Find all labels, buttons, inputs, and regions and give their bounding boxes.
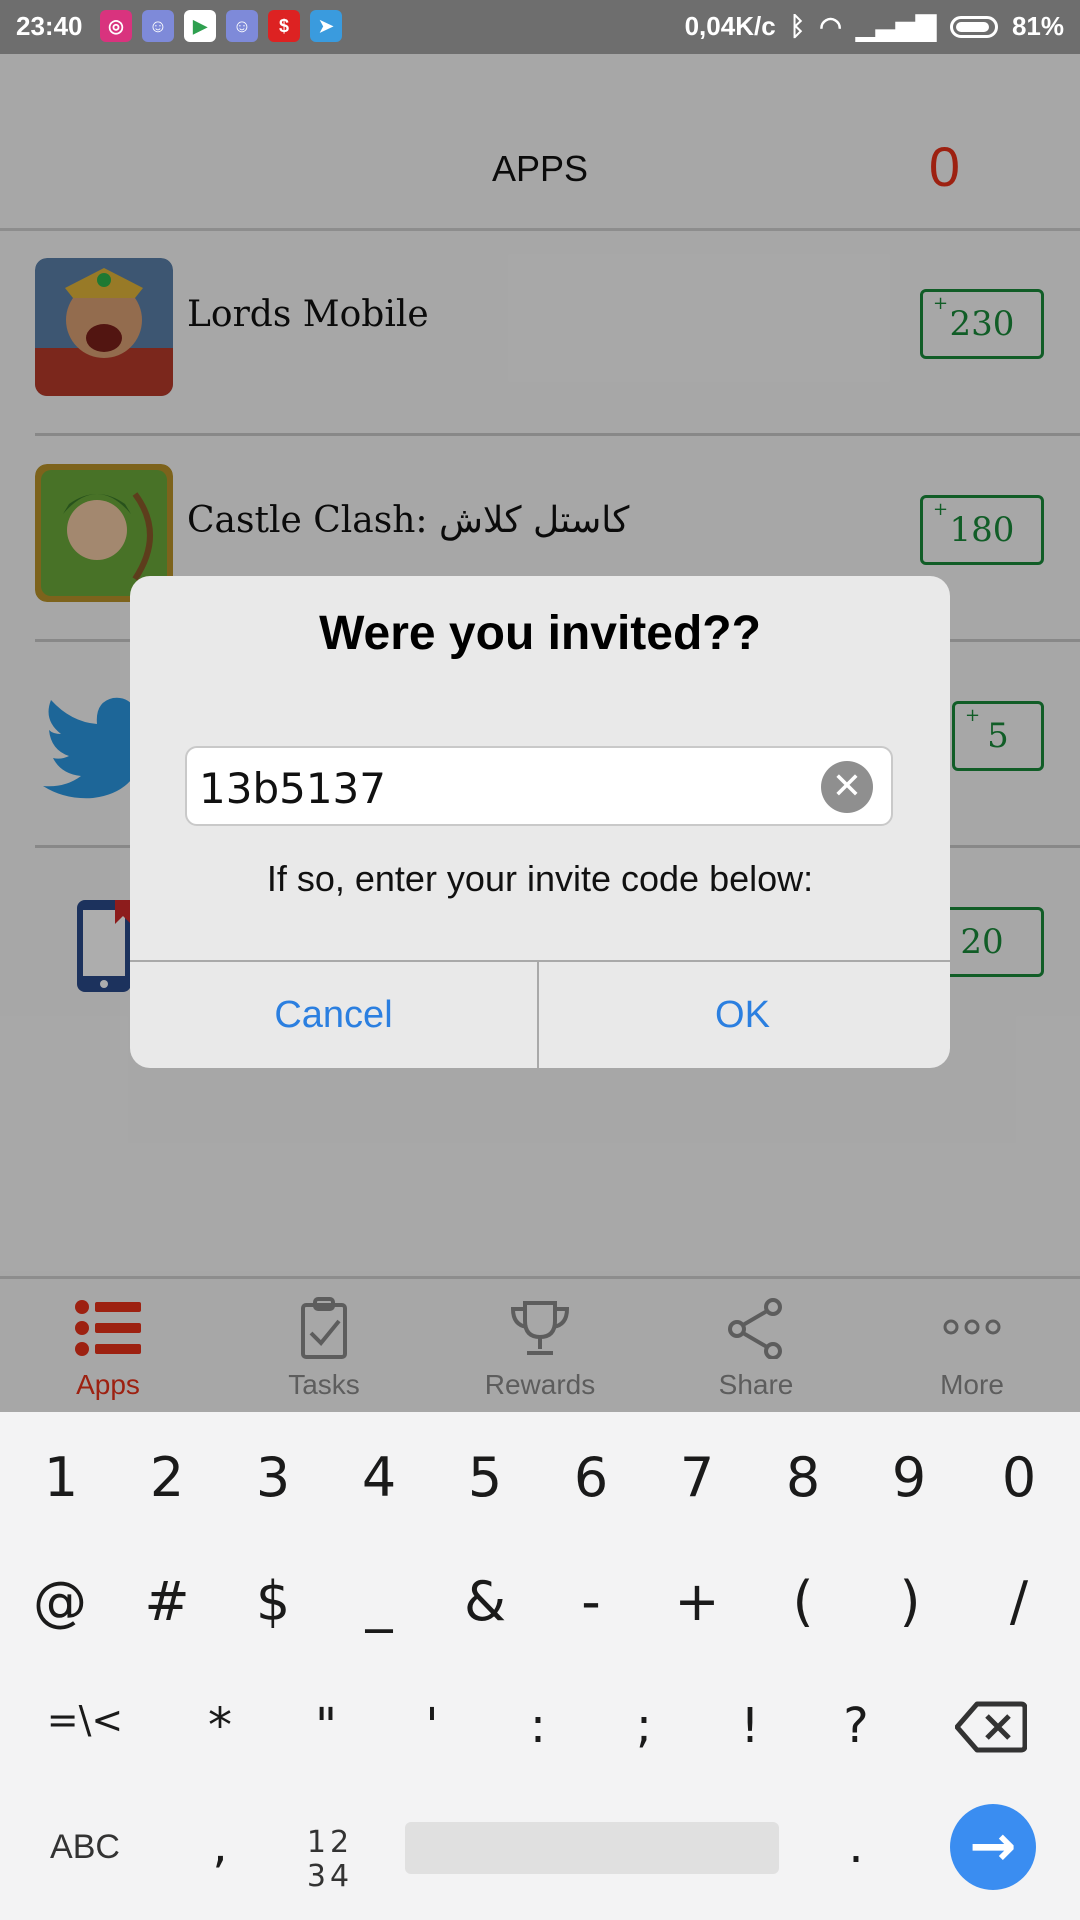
- key-minus[interactable]: -: [561, 1570, 621, 1633]
- key-6[interactable]: 6: [566, 1446, 616, 1509]
- key-semicolon[interactable]: ;: [614, 1698, 674, 1754]
- space-bar[interactable]: [405, 1822, 779, 1874]
- instagram-icon: ◎: [100, 10, 132, 42]
- key-colon[interactable]: :: [508, 1698, 568, 1754]
- network-speed: 0,04K/c: [684, 11, 776, 41]
- key-slash[interactable]: /: [989, 1570, 1049, 1633]
- key-8[interactable]: 8: [778, 1446, 828, 1509]
- dialog-message: If so, enter your invite code below:: [266, 858, 814, 899]
- signal-icon: ▁▃▅▇: [855, 11, 936, 41]
- money-app-icon: $: [268, 10, 300, 42]
- ok-button[interactable]: OK: [539, 962, 946, 1068]
- key-comma[interactable]: ,: [200, 1818, 240, 1874]
- invite-code-input[interactable]: [197, 758, 801, 818]
- key-9[interactable]: 9: [884, 1446, 934, 1509]
- key-plus[interactable]: +: [667, 1570, 727, 1633]
- key-more-symbols[interactable]: =\<: [40, 1698, 130, 1742]
- key-exclamation[interactable]: !: [720, 1698, 780, 1754]
- key-open-paren[interactable]: (: [773, 1570, 833, 1633]
- bluetooth-icon: ᛒ: [789, 11, 806, 41]
- abc-key[interactable]: ABC: [40, 1828, 130, 1867]
- wifi-icon: ◠: [819, 11, 842, 41]
- key-2[interactable]: 2: [142, 1446, 192, 1509]
- key-underscore[interactable]: _: [349, 1570, 409, 1633]
- telegram-icon: ➤: [310, 10, 342, 42]
- invite-dialog: Were you invited?? ✕ If so, enter your i…: [130, 576, 950, 1068]
- cancel-button[interactable]: Cancel: [130, 962, 537, 1068]
- key-7[interactable]: 7: [672, 1446, 722, 1509]
- numeric-toggle-key[interactable]: 12 34: [300, 1826, 360, 1894]
- status-bar: 23:40 ◎ ☺ ▶ ☺ $ ➤ 0,04K/c ᛒ ◠ ▁▃▅▇ 81%: [0, 0, 1080, 54]
- key-question[interactable]: ?: [826, 1698, 886, 1754]
- key-hash[interactable]: #: [137, 1570, 197, 1633]
- key-period[interactable]: .: [836, 1818, 876, 1874]
- battery-icon: [949, 15, 998, 38]
- key-double-quote[interactable]: ": [296, 1698, 356, 1754]
- key-ampersand[interactable]: &: [455, 1570, 515, 1633]
- key-dollar[interactable]: $: [243, 1570, 303, 1633]
- backspace-icon[interactable]: [955, 1700, 1027, 1754]
- status-right: 0,04K/c ᛒ ◠ ▁▃▅▇ 81%: [685, 11, 1064, 42]
- battery-percent: 81%: [1011, 11, 1064, 41]
- key-0[interactable]: 0: [994, 1446, 1044, 1509]
- key-close-paren[interactable]: ): [880, 1570, 940, 1633]
- status-time: 23:40: [16, 11, 83, 41]
- invite-code-field[interactable]: ✕: [185, 746, 893, 826]
- enter-arrow-button[interactable]: →: [950, 1804, 1036, 1890]
- discord-icon: ☺: [142, 10, 174, 42]
- play-store-icon: ▶: [184, 10, 216, 42]
- discord-icon: ☺: [226, 10, 258, 42]
- key-1[interactable]: 1: [36, 1446, 86, 1509]
- key-4[interactable]: 4: [354, 1446, 404, 1509]
- clear-input-icon[interactable]: ✕: [821, 761, 873, 813]
- key-asterisk[interactable]: *: [190, 1698, 250, 1754]
- key-at[interactable]: @: [30, 1570, 90, 1633]
- notification-icons: ◎ ☺ ▶ ☺ $ ➤: [100, 10, 342, 42]
- key-5[interactable]: 5: [460, 1446, 510, 1509]
- dialog-title: Were you invited??: [319, 607, 761, 660]
- key-3[interactable]: 3: [248, 1446, 298, 1509]
- key-single-quote[interactable]: ': [402, 1698, 462, 1754]
